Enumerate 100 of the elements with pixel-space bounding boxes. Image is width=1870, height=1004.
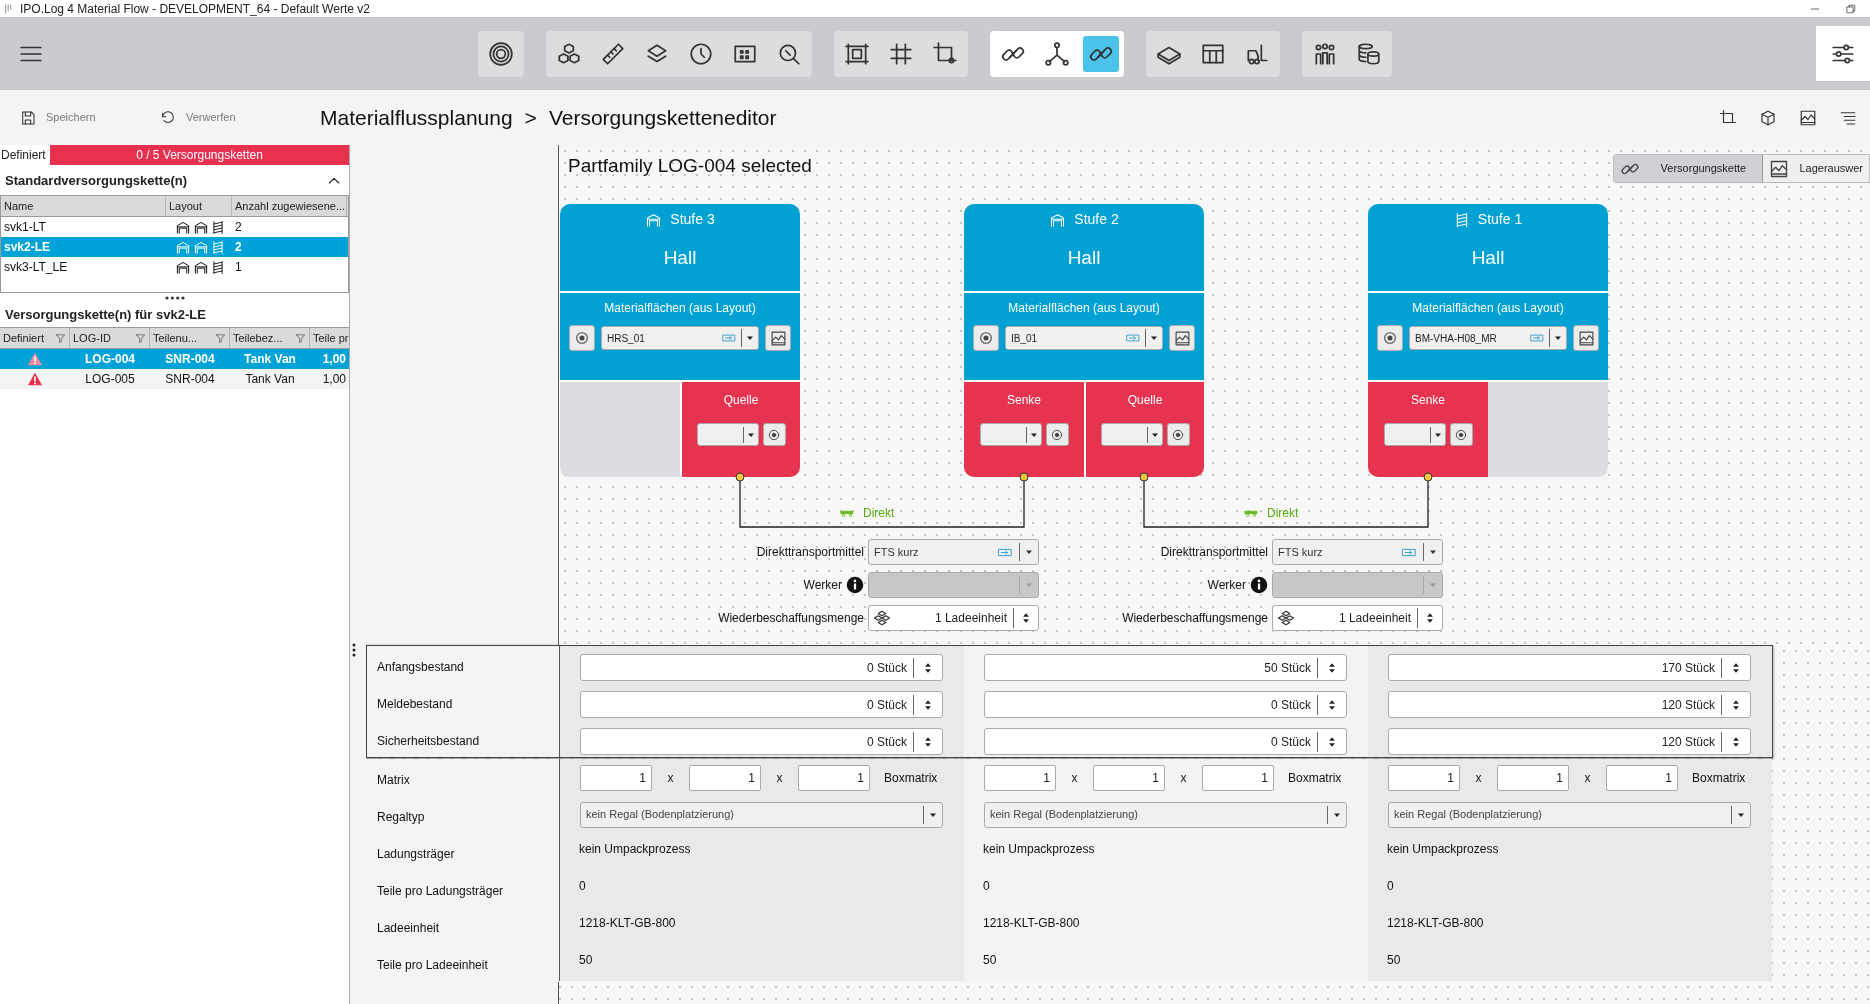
column-header[interactable]: Definiert	[0, 328, 70, 348]
connector-dot	[735, 472, 745, 482]
target-icon	[1171, 427, 1185, 442]
splitter-icon[interactable]	[164, 296, 185, 300]
locate-button[interactable]	[1449, 423, 1473, 446]
matrix-field[interactable]: 1	[1606, 764, 1678, 791]
locate-button[interactable]	[569, 325, 595, 351]
shelf-type-dropdown[interactable]: kein Regal (Bodenplatzierung)	[580, 801, 943, 828]
chart-button[interactable]	[1169, 325, 1195, 351]
matrix-field[interactable]: 1	[580, 764, 652, 791]
locate-button[interactable]	[762, 423, 786, 446]
number-field[interactable]: 50 Stück	[984, 654, 1347, 681]
table-row[interactable]: svk1-LT 2	[1, 217, 348, 237]
matrix-field[interactable]: 1	[689, 764, 761, 791]
times-sign: x	[1179, 769, 1188, 787]
field-label: Wiederbeschaffungsmenge	[1122, 610, 1268, 627]
shelf-type-dropdown[interactable]: kein Regal (Bodenplatzierung)	[1388, 801, 1751, 828]
table-cell-text: Tank Van	[244, 371, 296, 388]
table-cell-text: svk3-LT_LE	[3, 259, 69, 276]
transport-dropdown[interactable]: FTS kurz	[868, 539, 1039, 565]
matrix-field[interactable]: 1	[1497, 764, 1569, 791]
drag-handle-icon[interactable]	[352, 643, 356, 657]
port-dropdown[interactable]	[696, 423, 759, 446]
matrix-field[interactable]: 1	[798, 764, 870, 791]
table-row[interactable]: LOG-005 SNR-004 Tank Van 1,00	[0, 369, 349, 389]
cube-icon	[1759, 108, 1777, 127]
number-field[interactable]: 0 Stück	[580, 728, 943, 755]
hall-icon	[193, 239, 209, 255]
floppy-icon	[20, 109, 36, 126]
quantity-field[interactable]: 1 Ladeeinheit	[1272, 605, 1443, 631]
info-icon	[846, 576, 864, 594]
times-sign: x	[666, 769, 675, 787]
undo-icon	[160, 109, 176, 126]
times-sign: x	[1583, 769, 1592, 787]
link-label: Direkt	[863, 505, 895, 522]
column-header[interactable]: LOG-ID	[70, 328, 150, 348]
area-dropdown[interactable]: BM-VHA-H08_MR	[1409, 326, 1567, 350]
property-value: 1218-KLT-GB-800	[579, 915, 676, 932]
crop-icon	[932, 40, 958, 67]
locate-button[interactable]	[1377, 325, 1403, 351]
column-header[interactable]: Name	[1, 196, 166, 216]
progress-bar: 0 / 5 Versorgungsketten	[50, 145, 349, 165]
matrix-field[interactable]: 1	[1202, 764, 1274, 791]
number-field[interactable]: 120 Stück	[1388, 728, 1751, 755]
locate-button[interactable]	[1045, 423, 1069, 446]
stack-icon	[872, 609, 892, 627]
areas-label: Materialflächen (aus Layout)	[1008, 300, 1160, 317]
matrix-field[interactable]: 1	[1388, 764, 1460, 791]
settings-button[interactable]	[1816, 26, 1870, 81]
stack-icon	[1276, 609, 1296, 627]
property-value: kein Umpackprozess	[579, 841, 691, 858]
locate-button[interactable]	[1166, 423, 1190, 446]
chart-button[interactable]	[765, 325, 791, 351]
table-row[interactable]: svk3-LT_LE 1	[1, 257, 348, 277]
column-header[interactable]: Layout	[166, 196, 232, 216]
stage-title: Stufe 3	[670, 210, 715, 229]
number-field[interactable]: 0 Stück	[984, 728, 1347, 755]
locate-button[interactable]	[973, 325, 999, 351]
unit-label: Boxmatrix	[884, 769, 938, 787]
restore-icon	[1846, 3, 1856, 14]
property-label: Meldebestand	[377, 697, 453, 711]
app-icon	[4, 2, 14, 15]
area-dropdown[interactable]: HRS_01	[601, 326, 759, 350]
area-dropdown[interactable]: IB_01	[1005, 326, 1163, 350]
view-tab[interactable]: Versorgungskette	[1614, 155, 1763, 182]
port-dropdown[interactable]	[979, 423, 1042, 446]
matrix-field[interactable]: 1	[984, 764, 1056, 791]
connector-dot	[1019, 472, 1029, 482]
column-header[interactable]: Teilenu...	[150, 328, 230, 348]
property-label: Teile pro Ladeeinheit	[377, 958, 488, 972]
filter-icon	[215, 332, 226, 344]
table-cell-text: Tank Van	[243, 351, 297, 368]
quantity-field[interactable]: 1 Ladeeinheit	[868, 605, 1039, 631]
property-label: Teile pro Ladungsträger	[377, 884, 504, 898]
matrix-field[interactable]: 1	[1093, 764, 1165, 791]
breadcrumb-link[interactable]: Materialflussplanung	[320, 101, 513, 134]
toolbar-button[interactable]	[1083, 35, 1119, 72]
table-cell-text: svk2-LE	[3, 239, 52, 256]
number-field[interactable]: 0 Stück	[984, 691, 1347, 718]
info-icon	[1250, 576, 1268, 594]
view-tab[interactable]: Lagerauswer	[1762, 155, 1869, 182]
filter-icon	[135, 332, 146, 344]
column-header[interactable]: Anzahl zugewiesene...	[232, 196, 347, 216]
column-header[interactable]: Teilebez...	[230, 328, 310, 348]
number-field[interactable]: 0 Stück	[580, 691, 943, 718]
port-dropdown[interactable]	[1100, 423, 1163, 446]
property-value: kein Umpackprozess	[983, 841, 1095, 858]
property-value: 50	[983, 952, 997, 969]
number-field[interactable]: 170 Stück	[1388, 654, 1751, 681]
shelf-type-dropdown[interactable]: kein Regal (Bodenplatzierung)	[984, 801, 1347, 828]
frame-icon	[844, 40, 870, 67]
hall-icon	[193, 259, 209, 275]
table-cell-text: LOG-005	[84, 371, 136, 388]
number-field[interactable]: 0 Stück	[580, 654, 943, 681]
chart-button[interactable]	[1573, 325, 1599, 351]
stage-title: Stufe 1	[1477, 210, 1523, 229]
port-dropdown[interactable]	[1383, 423, 1446, 446]
transport-dropdown[interactable]: FTS kurz	[1272, 539, 1443, 565]
number-field[interactable]: 120 Stück	[1388, 691, 1751, 718]
times-sign: x	[1070, 769, 1079, 787]
